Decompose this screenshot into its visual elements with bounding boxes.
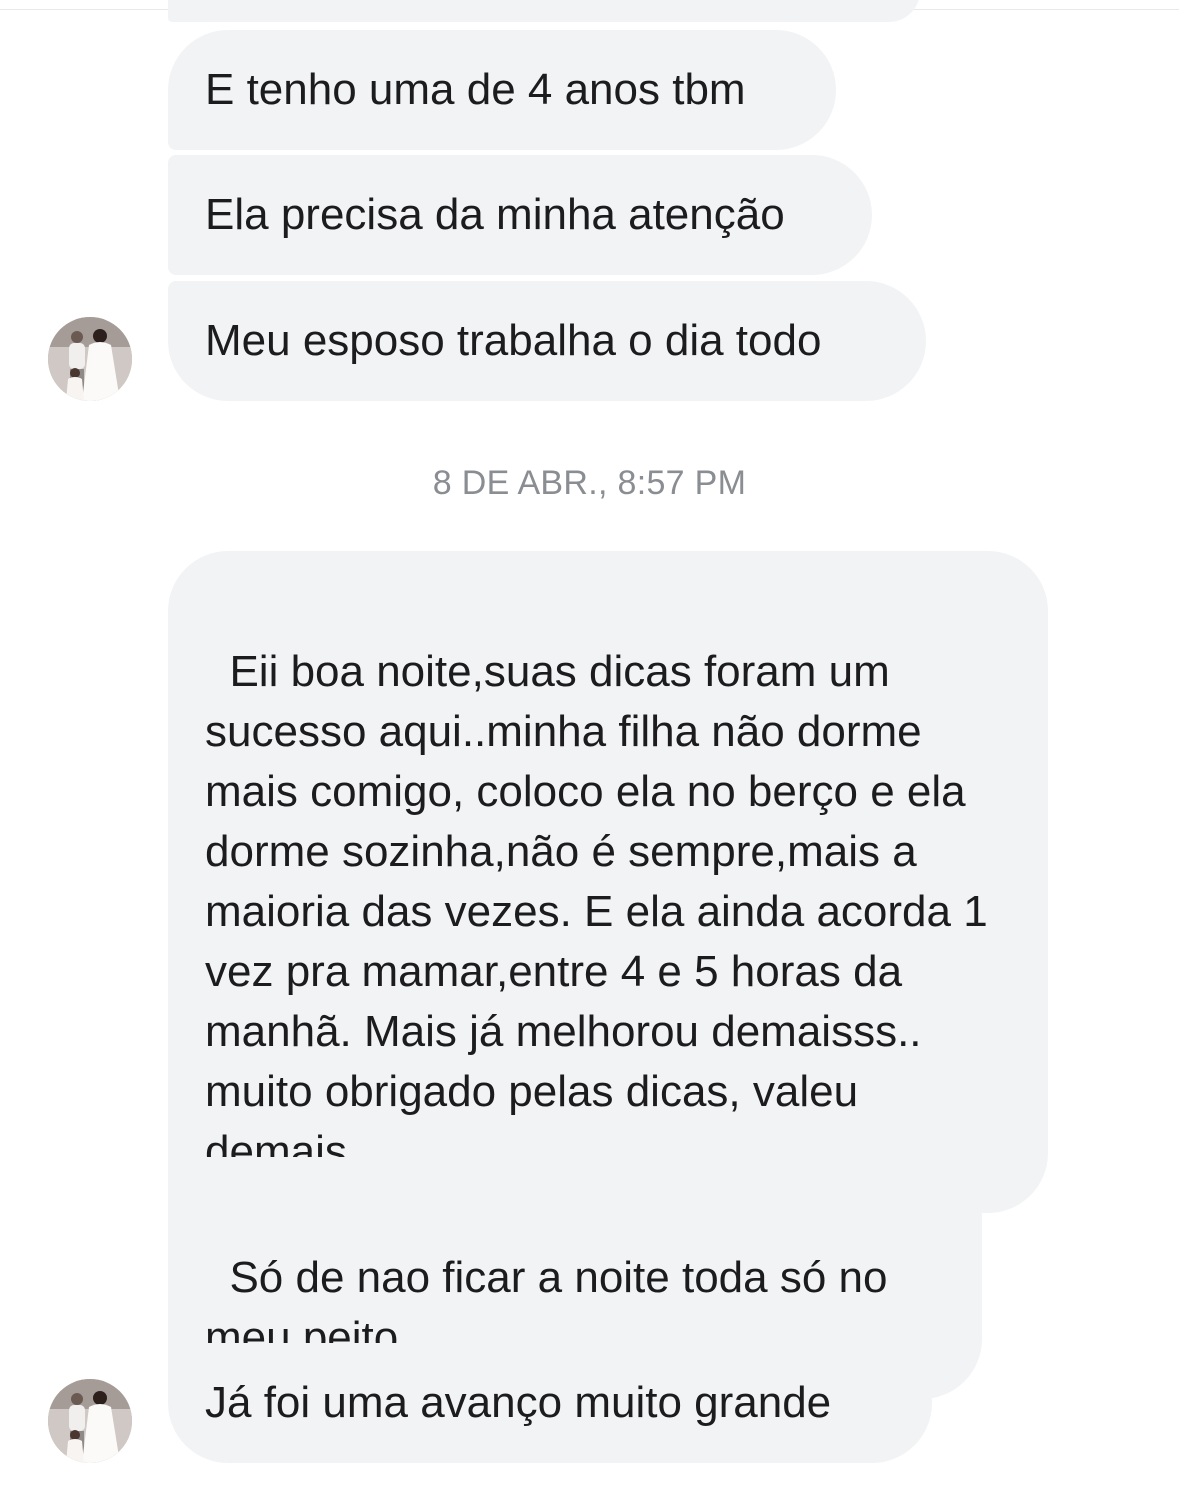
message-bubble[interactable]: E tenho uma de 4 anos tbm [168, 30, 836, 150]
message-text: E tenho uma de 4 anos tbm [205, 65, 746, 114]
message-bubble[interactable]: Meu esposo trabalha o dia todo [168, 281, 926, 401]
sender-avatar[interactable] [48, 1379, 132, 1463]
message-bubble[interactable]: Eii boa noite,suas dicas foram um sucess… [168, 551, 1048, 1213]
message-text: Meu esposo trabalha o dia todo [205, 316, 822, 365]
message-timestamp: 8 DE ABR., 8:57 PM [432, 464, 747, 502]
message-text: Ela precisa da minha atenção [205, 190, 785, 239]
message-text: Já foi uma avanço muito grande [205, 1378, 832, 1427]
message-bubble[interactable]: Já foi uma avanço muito grande [168, 1343, 932, 1463]
family-photo-avatar-icon [48, 317, 132, 401]
message-bubble[interactable]: Ela precisa da minha atenção [168, 155, 872, 275]
family-photo-avatar-icon [48, 1379, 132, 1463]
message-text: Eii boa noite,suas dicas foram um sucess… [205, 647, 1000, 1176]
sender-avatar[interactable] [48, 317, 132, 401]
previous-message-bubble[interactable] [168, 0, 920, 22]
